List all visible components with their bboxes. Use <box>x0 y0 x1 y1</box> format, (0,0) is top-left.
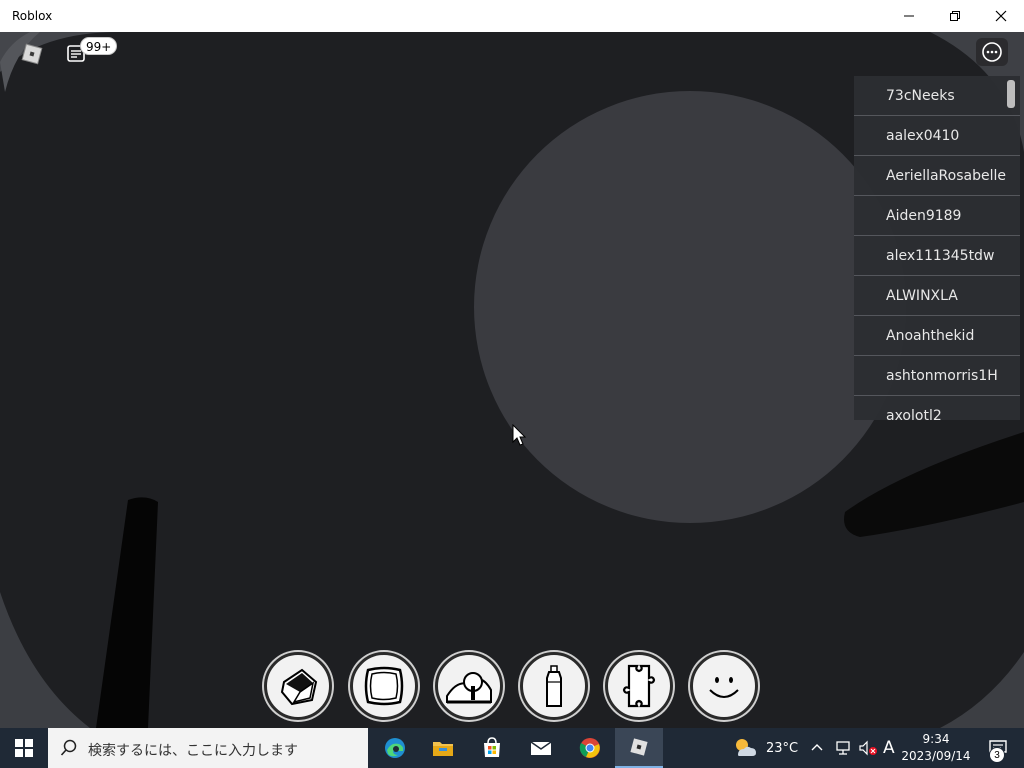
chrome-icon <box>579 738 600 758</box>
spray-bottle-icon <box>546 665 562 707</box>
player-list-item[interactable]: Anoahthekid <box>854 316 1020 356</box>
window-titlebar: Roblox <box>0 0 1024 32</box>
taskbar-search-box[interactable]: 検索するには、ここに入力します <box>48 728 368 768</box>
start-button[interactable] <box>0 728 48 768</box>
chevron-up-icon <box>811 744 823 751</box>
minimize-button[interactable] <box>886 0 932 32</box>
volume-muted-icon <box>859 740 877 756</box>
show-hidden-icons-button[interactable] <box>810 728 824 768</box>
taskbar-app-mail[interactable] <box>517 728 565 768</box>
player-list-item[interactable]: Aiden9189 <box>854 196 1020 236</box>
clock-date: 2023/09/14 <box>901 749 971 763</box>
smiley-face-icon <box>709 677 739 698</box>
weather-temperature: 23°C <box>766 740 799 756</box>
taskbar-app-edge[interactable] <box>371 728 419 768</box>
notification-count-badge: 3 <box>989 747 1005 763</box>
search-placeholder: 検索するには、ここに入力します <box>88 743 298 759</box>
window-title: Roblox <box>12 9 53 23</box>
store-icon <box>484 737 500 757</box>
slab-icon <box>364 666 404 706</box>
taskbar-app-chrome[interactable] <box>566 728 614 768</box>
roblox-menu-button[interactable] <box>16 40 48 68</box>
weather-widget[interactable]: 23°C <box>732 728 798 768</box>
mail-icon <box>530 741 552 755</box>
game-viewport[interactable]: 99+ 73cNeeks aalex0410 AeriellaRosabelle… <box>0 32 1024 728</box>
taskbar-clock[interactable]: 9:34 2023/09/14 <box>898 731 974 765</box>
taskbar-app-store[interactable] <box>468 728 516 768</box>
hotbar-slot-puzzle[interactable] <box>605 652 673 720</box>
player-list[interactable]: 73cNeeks aalex0410 AeriellaRosabelle Aid… <box>854 76 1020 420</box>
file-explorer-icon <box>433 742 453 756</box>
chat-unread-badge: 99+ <box>80 37 118 55</box>
cube-icon <box>280 668 318 706</box>
minimize-icon <box>904 15 914 17</box>
roblox-icon <box>630 738 648 756</box>
network-icon <box>836 741 850 755</box>
restore-icon <box>950 11 960 21</box>
more-options-icon <box>982 42 1002 62</box>
ime-indicator[interactable]: A <box>883 728 895 768</box>
player-list-item[interactable]: AeriellaRosabelle <box>854 156 1020 196</box>
puzzle-piece-icon <box>622 664 656 708</box>
player-list-item[interactable]: alex111345tdw <box>854 236 1020 276</box>
taskbar-app-explorer[interactable] <box>419 728 467 768</box>
windows-logo-icon <box>15 739 33 757</box>
network-status[interactable] <box>834 728 852 768</box>
player-list-item[interactable]: 73cNeeks <box>854 76 1020 116</box>
player-list-item[interactable]: ashtonmorris1H <box>854 356 1020 396</box>
player-list-item[interactable]: axolotl2 <box>854 396 1020 420</box>
hotbar-slot-slab[interactable] <box>350 652 418 720</box>
weather-partly-cloudy-icon <box>736 739 756 756</box>
roblox-logo-icon <box>21 43 43 65</box>
taskbar-app-roblox[interactable] <box>615 728 663 768</box>
hotbar-slot-face[interactable] <box>690 652 758 720</box>
volume-status[interactable] <box>858 728 878 768</box>
hotbar-slot-spray[interactable] <box>520 652 588 720</box>
edge-icon <box>385 738 405 758</box>
hotbar-slot-landscape[interactable] <box>435 652 503 720</box>
windows-taskbar: 検索するには、ここに入力します 23°C A 9:34 2023/09/14 3 <box>0 728 1024 768</box>
restore-button[interactable] <box>932 0 978 32</box>
close-button[interactable] <box>978 0 1024 32</box>
more-options-button[interactable] <box>976 38 1008 66</box>
landscape-tree-icon <box>446 672 492 704</box>
close-icon <box>995 10 1007 22</box>
player-list-scrollbar[interactable] <box>1007 80 1015 108</box>
mouse-cursor-icon <box>512 424 527 446</box>
search-icon <box>60 739 77 756</box>
player-list-item[interactable]: aalex0410 <box>854 116 1020 156</box>
clock-time: 9:34 <box>922 732 950 746</box>
player-list-item[interactable]: ALWINXLA <box>854 276 1020 316</box>
hotbar-slot-cube[interactable] <box>264 652 332 720</box>
